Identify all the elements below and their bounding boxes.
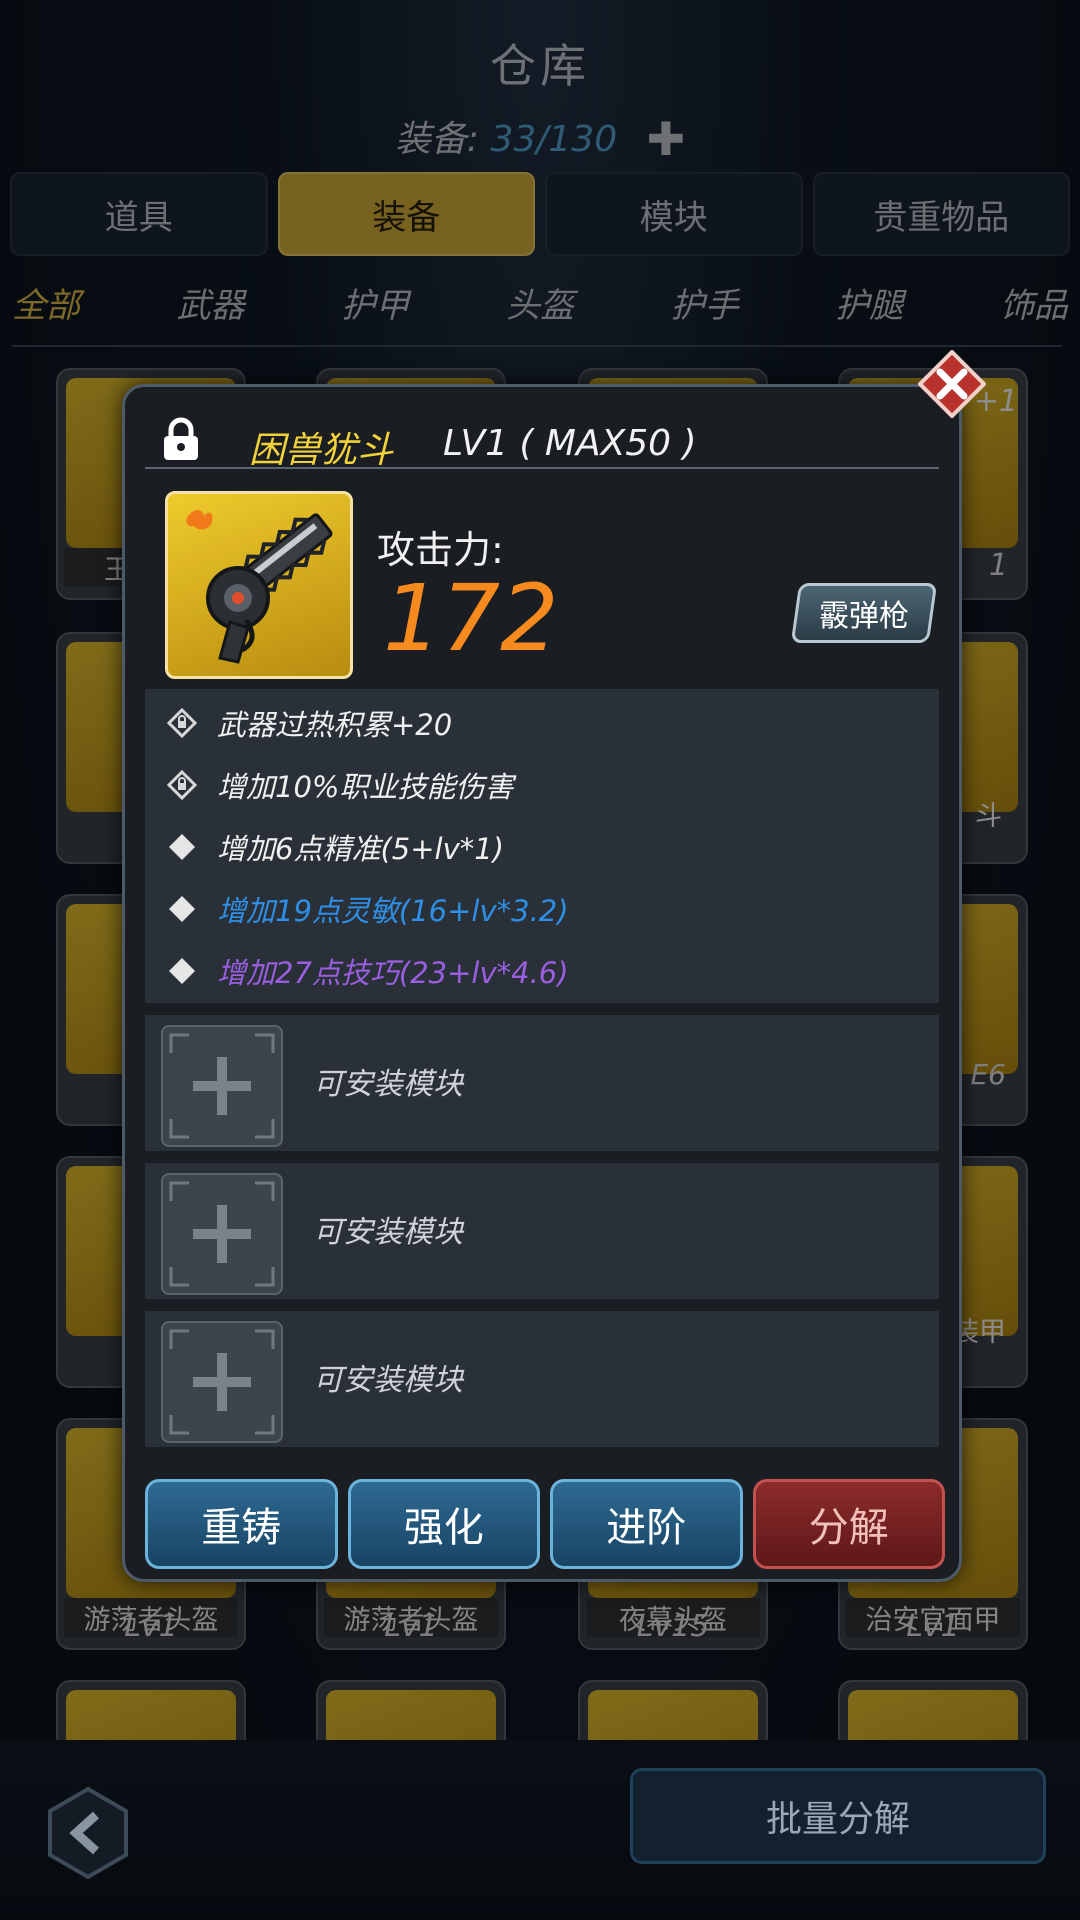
back-arrow-icon — [48, 1786, 128, 1880]
diamond-icon — [167, 956, 197, 986]
stat-row: 增加6点精准(5+lv*1) — [167, 825, 504, 869]
item-name: 困兽犹斗 — [249, 430, 394, 471]
stat-row: 增加10%职业技能伤害 — [167, 763, 513, 807]
stat-list: 武器过热积累+20 增加10%职业技能伤害 增加6点精准(5+lv*1) 增加1… — [145, 689, 939, 1003]
stat-row: 增加27点技巧(23+lv*4.6) — [167, 949, 569, 993]
stat-text: 增加19点灵敏(16+lv*3.2) — [217, 894, 569, 928]
add-module-icon[interactable] — [161, 1025, 283, 1147]
diamond-icon — [167, 832, 197, 862]
chainsaw-weapon-icon — [186, 510, 333, 664]
weapon-type-label: 霰弹枪 — [819, 599, 909, 634]
module-slot-label: 可安装模块 — [313, 1215, 463, 1250]
module-slot-label: 可安装模块 — [313, 1067, 463, 1102]
stat-text: 增加27点技巧(23+lv*4.6) — [217, 956, 569, 990]
batch-dismantle-button[interactable]: 批量分解 — [630, 1768, 1046, 1864]
module-slot[interactable]: 可安装模块 — [145, 1015, 939, 1151]
module-slot[interactable]: 可安装模块 — [145, 1311, 939, 1447]
back-button[interactable] — [40, 1785, 136, 1881]
stat-row: 武器过热积累+20 — [167, 701, 452, 745]
locked-diamond-icon — [167, 708, 197, 738]
dismantle-button[interactable]: 分解 — [752, 1479, 945, 1569]
action-buttons: 重铸 强化 进阶 分解 — [145, 1479, 945, 1569]
item-icon — [165, 491, 353, 679]
weapon-type-badge: 霰弹枪 — [790, 583, 938, 643]
header-divider — [145, 467, 939, 469]
module-slot-label: 可安装模块 — [313, 1363, 463, 1398]
close-icon[interactable] — [918, 350, 986, 418]
enhance-button[interactable]: 强化 — [347, 1479, 540, 1569]
diamond-icon — [167, 894, 197, 924]
module-slot[interactable]: 可安装模块 — [145, 1163, 939, 1299]
lock-icon[interactable] — [161, 417, 201, 461]
stat-text: 武器过热积累+20 — [217, 708, 453, 742]
add-module-icon[interactable] — [161, 1173, 283, 1295]
item-detail-modal: 困兽犹斗 LV1 ( MAX50 ) 攻击力: 172 霰弹枪 武器过热积累+2… — [122, 384, 962, 1582]
stat-text: 增加10%职业技能伤害 — [217, 770, 514, 804]
locked-diamond-icon — [167, 770, 197, 800]
attack-value: 172 — [383, 565, 559, 672]
recast-button[interactable]: 重铸 — [145, 1479, 338, 1569]
advance-button[interactable]: 进阶 — [550, 1479, 743, 1569]
stat-text: 增加6点精准(5+lv*1) — [217, 832, 504, 866]
add-module-icon[interactable] — [161, 1321, 283, 1443]
item-level: LV1 ( MAX50 ) — [443, 423, 697, 464]
stat-row: 增加19点灵敏(16+lv*3.2) — [167, 887, 569, 931]
